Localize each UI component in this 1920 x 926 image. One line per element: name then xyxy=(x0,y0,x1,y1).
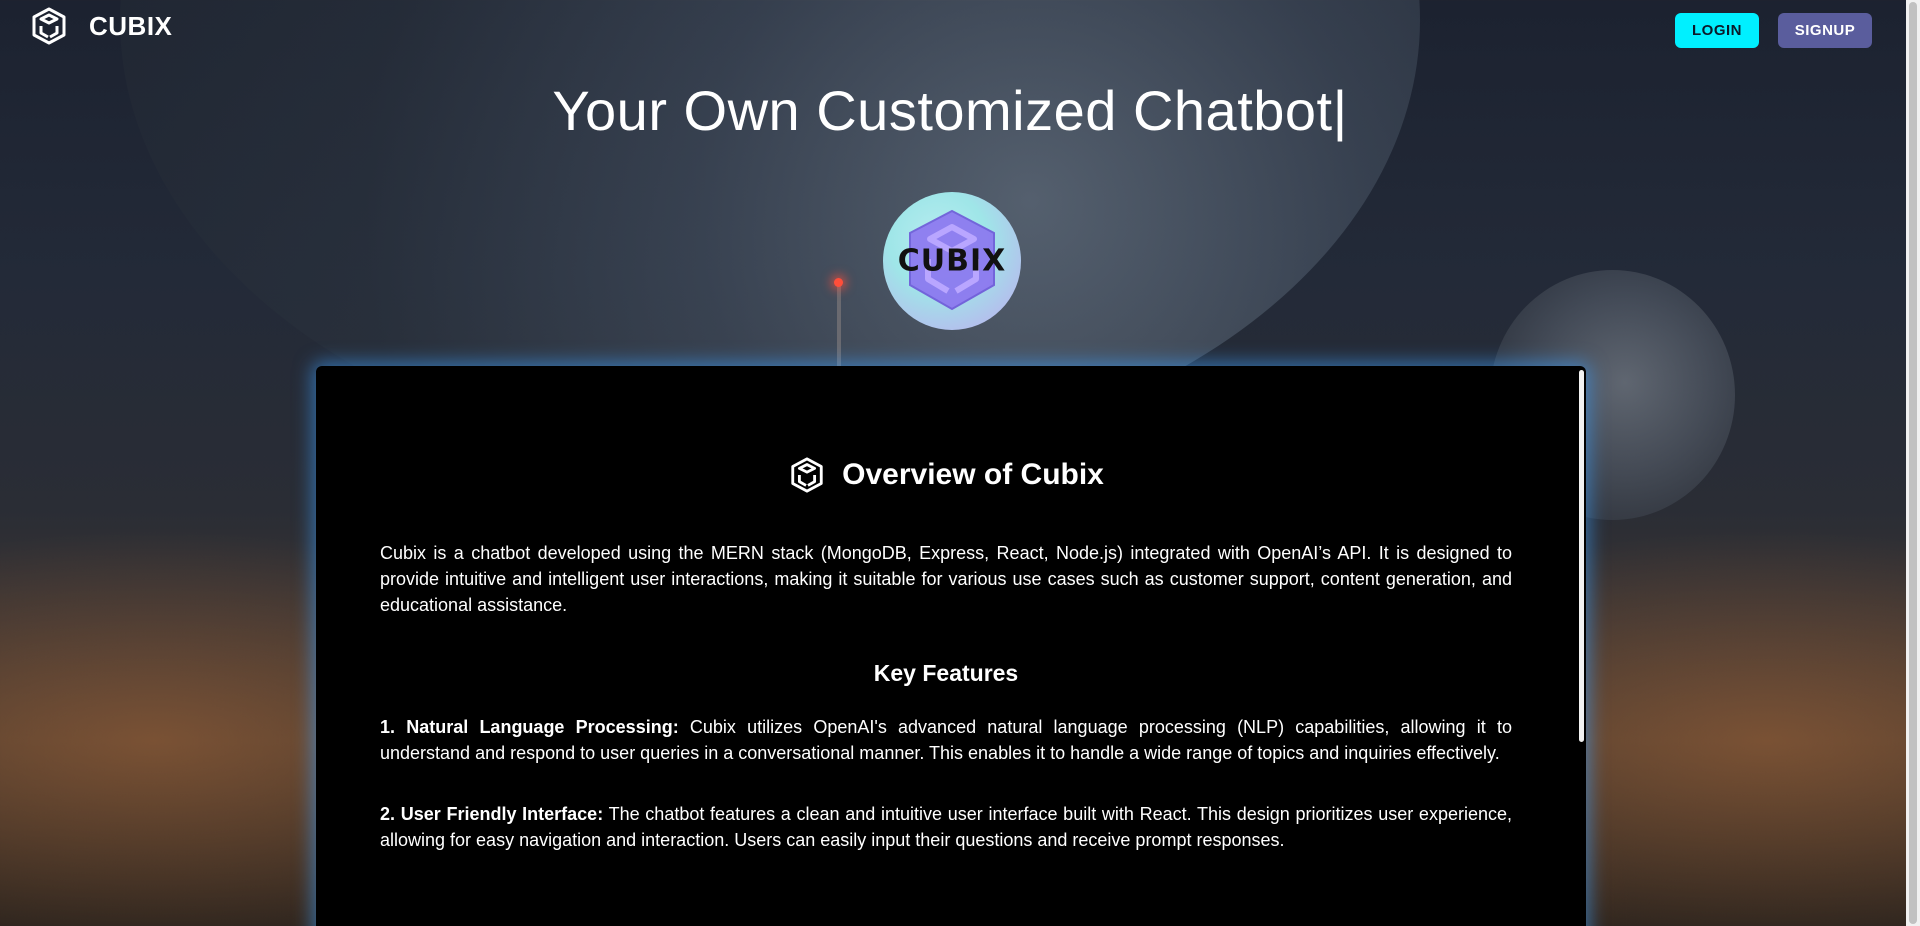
cube-logo-icon xyxy=(791,457,823,493)
hero-title: Your Own Customized Chatbot| xyxy=(552,79,1348,142)
brand[interactable]: CUBIX xyxy=(29,6,172,46)
panel-scrollbar[interactable] xyxy=(1579,370,1584,742)
page-scrollbar-thumb[interactable] xyxy=(1909,2,1917,924)
login-button[interactable]: LOGIN xyxy=(1675,13,1759,48)
page-scrollbar[interactable] xyxy=(1906,0,1920,926)
overview-panel[interactable]: Overview of Cubix Cubix is a chatbot dev… xyxy=(316,366,1586,926)
cube-logo-icon xyxy=(32,7,66,45)
hero-logo-text: CUBIX xyxy=(897,243,1007,279)
brand-name: CUBIX xyxy=(89,10,173,41)
signup-button[interactable]: SIGNUP xyxy=(1778,13,1872,48)
overview-heading: Overview of Cubix xyxy=(380,452,1512,498)
key-features-title: Key Features xyxy=(873,660,1019,686)
navbar: CUBIX LOGIN SIGNUP xyxy=(0,0,1920,60)
overview-content: Overview of Cubix Cubix is a chatbot dev… xyxy=(380,452,1512,853)
overview-heading-text: Overview of Cubix xyxy=(842,458,1104,491)
overview-intro: Cubix is a chatbot developed using the M… xyxy=(380,543,1512,615)
background-tower-light xyxy=(834,278,843,287)
hero-logo: CUBIX xyxy=(883,192,1021,330)
feature-item: 1. Natural Language Processing: Cubix ut… xyxy=(380,714,1512,766)
feature-title: 1. Natural Language Processing: xyxy=(380,717,679,737)
background-tower xyxy=(837,282,841,366)
feature-title: 2. User Friendly Interface: xyxy=(380,804,604,824)
feature-item: 2. User Friendly Interface: The chatbot … xyxy=(380,801,1512,853)
